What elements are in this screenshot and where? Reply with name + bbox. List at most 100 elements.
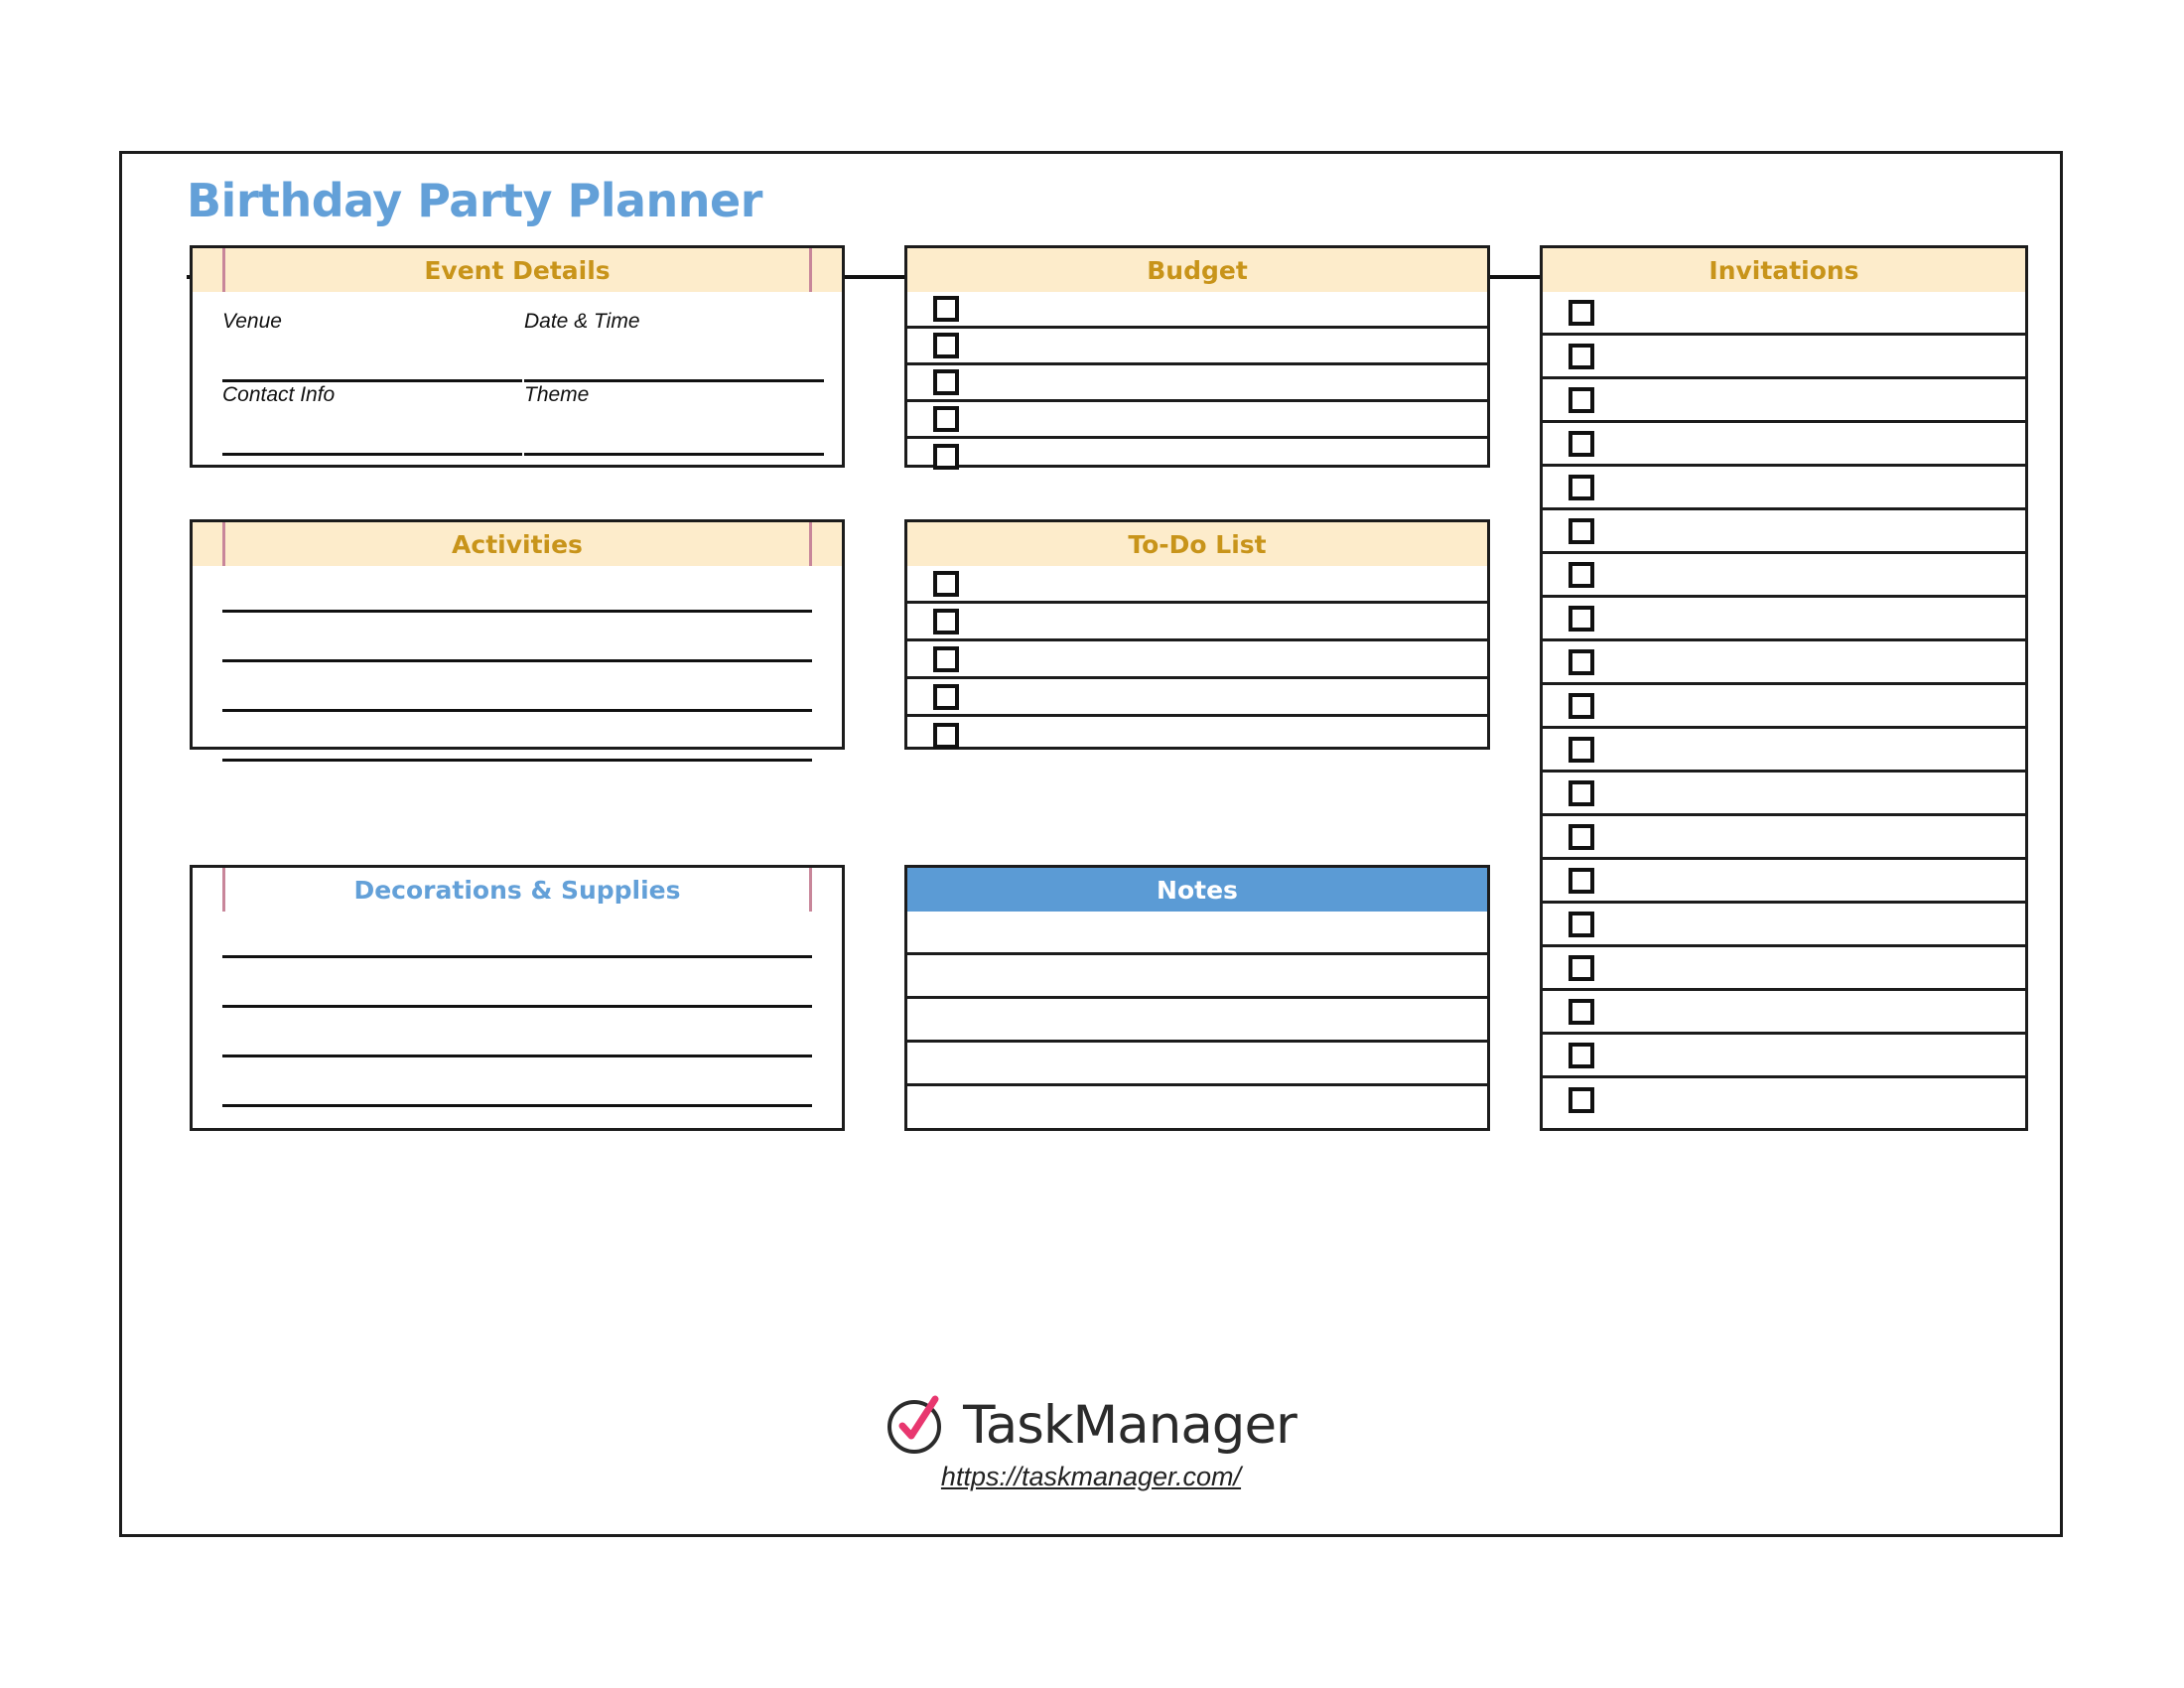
checkbox-icon[interactable]	[933, 608, 959, 634]
table-row[interactable]	[907, 1043, 1487, 1086]
checkbox-icon[interactable]	[933, 683, 959, 710]
decorations-body	[193, 912, 842, 1128]
table-row[interactable]	[1543, 816, 2025, 860]
table-row[interactable]	[907, 679, 1487, 717]
checkbox-icon[interactable]	[933, 333, 959, 358]
notes-rows	[907, 912, 1487, 1128]
table-row[interactable]	[1543, 554, 2025, 598]
invitations-header: Invitations	[1543, 248, 2025, 292]
checkbox-icon[interactable]	[933, 645, 959, 672]
table-row[interactable]	[1543, 991, 2025, 1035]
card-todo-list: To-Do List	[904, 519, 1490, 750]
table-row[interactable]	[1543, 1035, 2025, 1078]
table-row[interactable]	[1543, 947, 2025, 991]
table-row[interactable]	[1543, 641, 2025, 685]
checkbox-icon[interactable]	[1569, 911, 1594, 937]
table-row[interactable]	[907, 641, 1487, 679]
checkbox-icon[interactable]	[1569, 736, 1594, 763]
decorations-title: Decorations & Supplies	[353, 875, 681, 905]
planner-page: Birthday Party Planner Event Details Ven…	[119, 151, 2063, 1537]
checkbox-icon[interactable]	[1569, 823, 1594, 850]
budget-title: Budget	[1147, 255, 1248, 285]
activities-writeline[interactable]	[222, 659, 812, 662]
activities-writeline[interactable]	[222, 759, 812, 762]
event-details-title: Event Details	[424, 255, 611, 285]
table-row[interactable]	[907, 402, 1487, 439]
table-row[interactable]	[907, 604, 1487, 641]
brand-name: TaskManager	[963, 1394, 1297, 1456]
checkbox-icon[interactable]	[1569, 998, 1594, 1025]
decorations-header: Decorations & Supplies	[193, 868, 842, 912]
table-row[interactable]	[1543, 379, 2025, 423]
field-venue-writeline[interactable]	[222, 379, 522, 382]
field-theme[interactable]: Theme	[524, 383, 824, 456]
circle-check-icon	[886, 1394, 947, 1456]
checkbox-icon[interactable]	[1569, 561, 1594, 588]
activities-body	[193, 566, 842, 762]
checkbox-icon[interactable]	[1569, 517, 1594, 544]
table-row[interactable]	[1543, 1078, 2025, 1122]
logo-lockup: TaskManager	[886, 1394, 1297, 1456]
checkbox-icon[interactable]	[1569, 867, 1594, 894]
field-contact-info[interactable]: Contact Info	[222, 383, 522, 456]
table-row[interactable]	[1543, 292, 2025, 336]
table-row[interactable]	[1543, 729, 2025, 773]
activities-header: Activities	[193, 522, 842, 566]
table-row[interactable]	[907, 999, 1487, 1043]
checkbox-icon[interactable]	[1569, 430, 1594, 457]
table-row[interactable]	[907, 912, 1487, 955]
checkbox-icon[interactable]	[1569, 648, 1594, 675]
table-row[interactable]	[907, 955, 1487, 999]
checkbox-icon[interactable]	[1569, 692, 1594, 719]
table-row[interactable]	[907, 365, 1487, 402]
table-row[interactable]	[1543, 423, 2025, 467]
checkbox-icon[interactable]	[933, 369, 959, 395]
table-row[interactable]	[907, 439, 1487, 475]
checkbox-icon[interactable]	[1569, 1042, 1594, 1068]
checkbox-icon[interactable]	[933, 296, 959, 322]
table-row[interactable]	[1543, 860, 2025, 904]
checkbox-icon[interactable]	[933, 406, 959, 432]
checkbox-icon[interactable]	[1569, 343, 1594, 369]
activities-writeline[interactable]	[222, 610, 812, 613]
checkbox-icon[interactable]	[933, 444, 959, 470]
field-venue[interactable]: Venue	[222, 310, 522, 382]
field-contact-info-writeline[interactable]	[222, 453, 522, 456]
card-decorations-supplies: Decorations & Supplies	[190, 865, 845, 1131]
decorations-writeline[interactable]	[222, 1104, 812, 1107]
checkbox-icon[interactable]	[1569, 954, 1594, 981]
table-row[interactable]	[1543, 510, 2025, 554]
table-row[interactable]	[1543, 685, 2025, 729]
card-invitations: Invitations	[1540, 245, 2028, 1131]
field-theme-writeline[interactable]	[524, 453, 824, 456]
brand-url[interactable]: https://taskmanager.com/	[941, 1462, 1241, 1492]
table-row[interactable]	[907, 1086, 1487, 1130]
decorations-writeline[interactable]	[222, 1005, 812, 1008]
table-row[interactable]	[907, 566, 1487, 604]
checkbox-icon[interactable]	[1569, 299, 1594, 326]
table-row[interactable]	[907, 292, 1487, 329]
budget-rows	[907, 292, 1487, 470]
todo-header: To-Do List	[907, 522, 1487, 566]
decorations-writeline[interactable]	[222, 955, 812, 958]
table-row[interactable]	[1543, 467, 2025, 510]
checkbox-icon[interactable]	[1569, 1087, 1594, 1113]
table-row[interactable]	[1543, 904, 2025, 947]
table-row[interactable]	[907, 329, 1487, 365]
table-row[interactable]	[1543, 773, 2025, 816]
checkbox-icon[interactable]	[1569, 779, 1594, 806]
checkbox-icon[interactable]	[933, 723, 959, 749]
checkbox-icon[interactable]	[933, 570, 959, 597]
decorations-writeline[interactable]	[222, 1055, 812, 1057]
checkbox-icon[interactable]	[1569, 474, 1594, 500]
checkbox-icon[interactable]	[1569, 605, 1594, 632]
table-row[interactable]	[1543, 598, 2025, 641]
table-row[interactable]	[907, 717, 1487, 755]
notes-title: Notes	[1157, 875, 1238, 905]
checkbox-icon[interactable]	[1569, 386, 1594, 413]
event-details-header: Event Details	[193, 248, 842, 292]
table-row[interactable]	[1543, 336, 2025, 379]
activities-writeline[interactable]	[222, 709, 812, 712]
field-date-time[interactable]: Date & Time	[524, 310, 824, 382]
field-date-time-writeline[interactable]	[524, 379, 824, 382]
